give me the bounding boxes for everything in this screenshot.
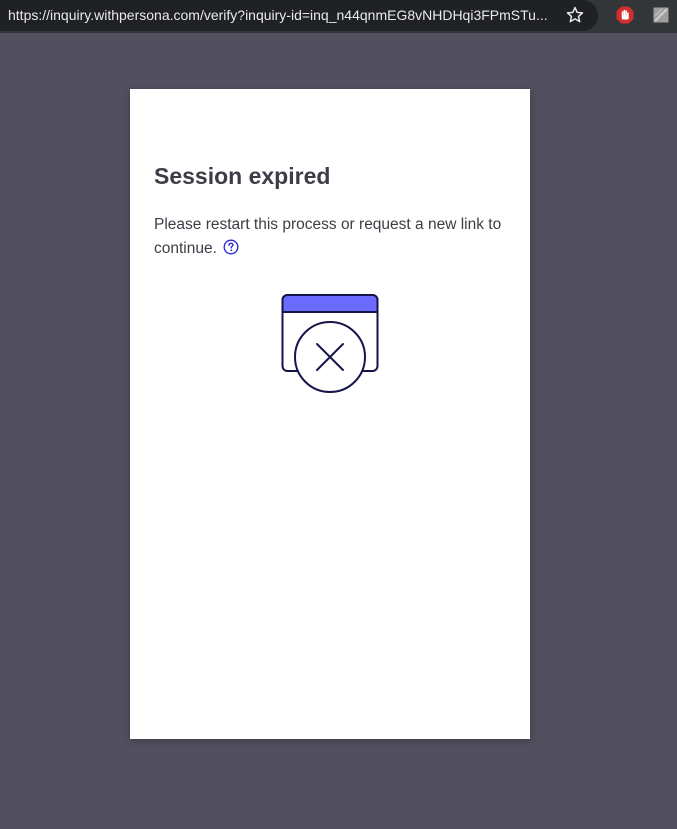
url-text[interactable]: https://inquiry.withpersona.com/verify?i…	[8, 7, 553, 23]
question-circle-icon[interactable]	[223, 239, 239, 255]
browser-toolbar: https://inquiry.withpersona.com/verify?i…	[0, 0, 677, 33]
dialog-message: Please restart this process or request a…	[154, 216, 502, 257]
expired-window-x-icon	[281, 294, 379, 393]
stop-hand-extension-icon[interactable]	[616, 6, 634, 24]
bookmark-star-icon[interactable]	[565, 5, 585, 25]
dialog-message-container: Please restart this process or request a…	[154, 213, 514, 261]
image-extension-icon[interactable]	[653, 7, 669, 23]
address-bar[interactable]: https://inquiry.withpersona.com/verify?i…	[0, 0, 598, 31]
session-expired-dialog: Session expired Please restart this proc…	[130, 89, 530, 739]
dialog-title: Session expired	[154, 163, 331, 189]
